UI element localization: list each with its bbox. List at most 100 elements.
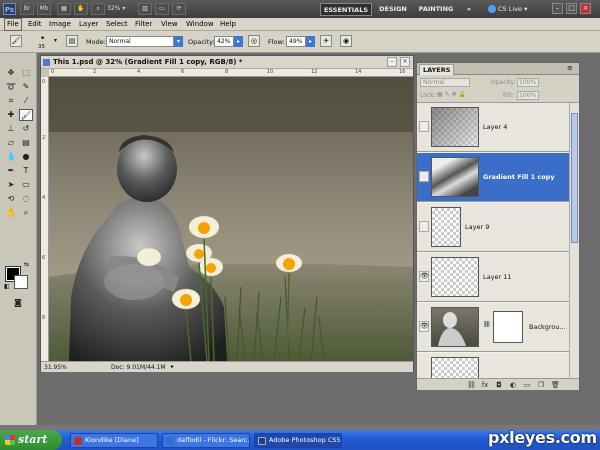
eye-icon[interactable]: 👁 xyxy=(419,271,429,282)
document-tab[interactable]: This 1.psd @ 32% (Gradient Fill 1 copy, … xyxy=(41,56,413,69)
layer-opacity-input[interactable]: 100% xyxy=(517,78,539,87)
layer-row[interactable] xyxy=(417,353,569,378)
taskbar-item-photoshop[interactable]: Adobe Photoshop CS5 xyxy=(254,433,342,448)
taskbar-item-klondike[interactable]: Klondike [Diane] xyxy=(70,433,158,448)
layer-row[interactable]: Layer 9 xyxy=(417,203,569,252)
blend-mode-select[interactable]: Normal xyxy=(420,78,470,87)
healing-brush-tool-icon[interactable]: ✚ xyxy=(4,109,18,121)
chain-link-icon[interactable]: ⛓ xyxy=(483,321,491,328)
crop-tool-icon[interactable]: ⌗ xyxy=(4,95,18,107)
airbrush-icon[interactable]: ✈ xyxy=(320,35,332,47)
mini-bridge-button[interactable]: Mb xyxy=(37,3,51,15)
tab-layers[interactable]: LAYERS xyxy=(419,64,455,75)
default-colors-icon[interactable]: ◧ xyxy=(4,283,10,290)
background-color-swatch[interactable] xyxy=(14,275,28,289)
mode-chevron-icon[interactable]: ▾ xyxy=(174,36,183,47)
zoom-tool-icon[interactable]: ⌕ xyxy=(19,207,33,219)
scrollbar-thumb[interactable] xyxy=(571,113,578,243)
move-tool-icon[interactable]: ✥ xyxy=(4,67,18,79)
trash-icon[interactable]: 🗑 xyxy=(551,381,560,389)
brush-preset-icon[interactable]: • xyxy=(40,34,45,44)
marquee-tool-icon[interactable]: ⬚ xyxy=(19,67,33,79)
workspace-essentials-button[interactable]: ESSENTIALS xyxy=(320,3,372,16)
layer-row[interactable]: 👁 Layer 11 xyxy=(417,253,569,302)
menu-image[interactable]: Image xyxy=(47,18,73,31)
menu-edit[interactable]: Edit xyxy=(26,18,44,31)
opacity-input[interactable]: 42% xyxy=(214,36,234,47)
link-layers-icon[interactable]: ⛓ xyxy=(467,381,476,389)
path-selection-tool-icon[interactable]: ➤ xyxy=(4,179,18,191)
zoom-tool-icon[interactable]: ⌕ xyxy=(91,3,105,15)
pressure-opacity-icon[interactable]: ◎ xyxy=(248,35,260,47)
quick-mask-icon[interactable]: ◙ xyxy=(11,297,25,309)
clone-stamp-tool-icon[interactable]: ⊥ xyxy=(4,123,18,135)
workspace-painting-button[interactable]: PAINTING xyxy=(416,3,456,16)
document-close-button[interactable]: × xyxy=(400,57,410,67)
layer-style-icon[interactable]: fx xyxy=(481,381,489,389)
new-group-icon[interactable]: ▭ xyxy=(523,381,531,389)
menu-file[interactable]: File xyxy=(4,18,22,31)
cs-live-button[interactable]: CS Live ▾ xyxy=(488,3,538,16)
document-window[interactable]: This 1.psd @ 32% (Gradient Fill 1 copy, … xyxy=(40,55,414,372)
status-menu-chevron-icon[interactable]: ▸ xyxy=(171,362,174,372)
minimize-button[interactable]: – xyxy=(552,3,563,14)
menu-view[interactable]: View xyxy=(159,18,180,31)
zoom-level-dropdown[interactable]: 32% ▾ xyxy=(107,3,133,15)
mode-select[interactable]: Normal xyxy=(106,36,174,47)
lasso-tool-icon[interactable]: ➰ xyxy=(4,81,18,93)
layer-mask-thumbnail[interactable] xyxy=(493,311,523,343)
brush-panel-toggle-icon[interactable]: ▤ xyxy=(66,35,78,47)
pressure-size-icon[interactable]: ◉ xyxy=(340,35,352,47)
bridge-button[interactable]: Br xyxy=(20,3,34,15)
lock-icons[interactable]: ▦ ✎ ✥ 🔒 xyxy=(437,91,466,98)
new-layer-icon[interactable]: ❐ xyxy=(537,381,545,389)
zoom-status[interactable]: 31.95% xyxy=(44,363,67,373)
workspace-design-button[interactable]: DESIGN xyxy=(376,3,410,16)
visibility-toggle[interactable] xyxy=(419,121,429,132)
menu-layer[interactable]: Layer xyxy=(77,18,101,31)
eye-icon[interactable]: 👁 xyxy=(419,321,429,332)
brush-picker-chevron-icon[interactable]: ▾ xyxy=(54,37,57,44)
type-tool-icon[interactable]: T xyxy=(19,165,33,177)
pen-tool-icon[interactable]: ✒ xyxy=(4,165,18,177)
brush-tool-icon[interactable]: 🖌 xyxy=(19,109,33,121)
taskbar-item-flickr[interactable]: daffodil - Flickr: Searc... xyxy=(162,433,250,448)
screen-mode-icon[interactable]: ▭ xyxy=(155,3,169,15)
eyedropper-tool-icon[interactable]: ⁄ xyxy=(19,95,33,107)
blur-tool-icon[interactable]: 💧 xyxy=(4,151,18,163)
opacity-slider-icon[interactable]: ▸ xyxy=(234,36,243,47)
rotate-view-icon[interactable]: ⟳ xyxy=(172,3,186,15)
close-button[interactable]: × xyxy=(580,3,591,14)
flow-slider-icon[interactable]: ▸ xyxy=(306,36,315,47)
layer-row[interactable]: Layer 4 xyxy=(417,103,569,152)
history-brush-tool-icon[interactable]: ↺ xyxy=(19,123,33,135)
layers-scrollbar[interactable] xyxy=(569,103,579,378)
hand-tool-icon[interactable]: ✋ xyxy=(74,3,88,15)
canvas[interactable] xyxy=(49,77,413,361)
quick-select-tool-icon[interactable]: ✎ xyxy=(19,81,33,93)
menu-filter[interactable]: Filter xyxy=(133,18,154,31)
3d-orbit-tool-icon[interactable]: ◌ xyxy=(19,193,33,205)
menu-select[interactable]: Select xyxy=(104,18,130,31)
visibility-toggle[interactable] xyxy=(419,221,429,232)
visibility-toggle[interactable] xyxy=(419,171,429,182)
hand-tool-icon[interactable]: ✋ xyxy=(4,207,18,219)
menu-window[interactable]: Window xyxy=(184,18,216,31)
document-size-status[interactable]: Doc: 9.01M/44.1M xyxy=(111,363,166,373)
view-extras-icon[interactable]: ▦ xyxy=(57,3,71,15)
dodge-tool-icon[interactable]: ● xyxy=(19,151,33,163)
tool-preset-picker[interactable]: 🖌 xyxy=(10,35,22,47)
more-workspaces-button[interactable]: » xyxy=(462,3,476,16)
flow-input[interactable]: 49% xyxy=(286,36,306,47)
panel-menu-icon[interactable]: ≡ xyxy=(567,64,573,72)
document-minimize-button[interactable]: – xyxy=(387,57,397,67)
menu-help[interactable]: Help xyxy=(218,18,238,31)
layer-row-selected[interactable]: Gradient Fill 1 copy xyxy=(417,153,569,202)
add-mask-icon[interactable]: ◘ xyxy=(495,381,503,389)
eraser-tool-icon[interactable]: ▱ xyxy=(4,137,18,149)
adjustment-layer-icon[interactable]: ◐ xyxy=(509,381,517,389)
maximize-button[interactable]: □ xyxy=(566,3,577,14)
shape-tool-icon[interactable]: ▭ xyxy=(19,179,33,191)
gradient-tool-icon[interactable]: ▤ xyxy=(19,137,33,149)
arrange-documents-icon[interactable]: ▥ xyxy=(138,3,152,15)
